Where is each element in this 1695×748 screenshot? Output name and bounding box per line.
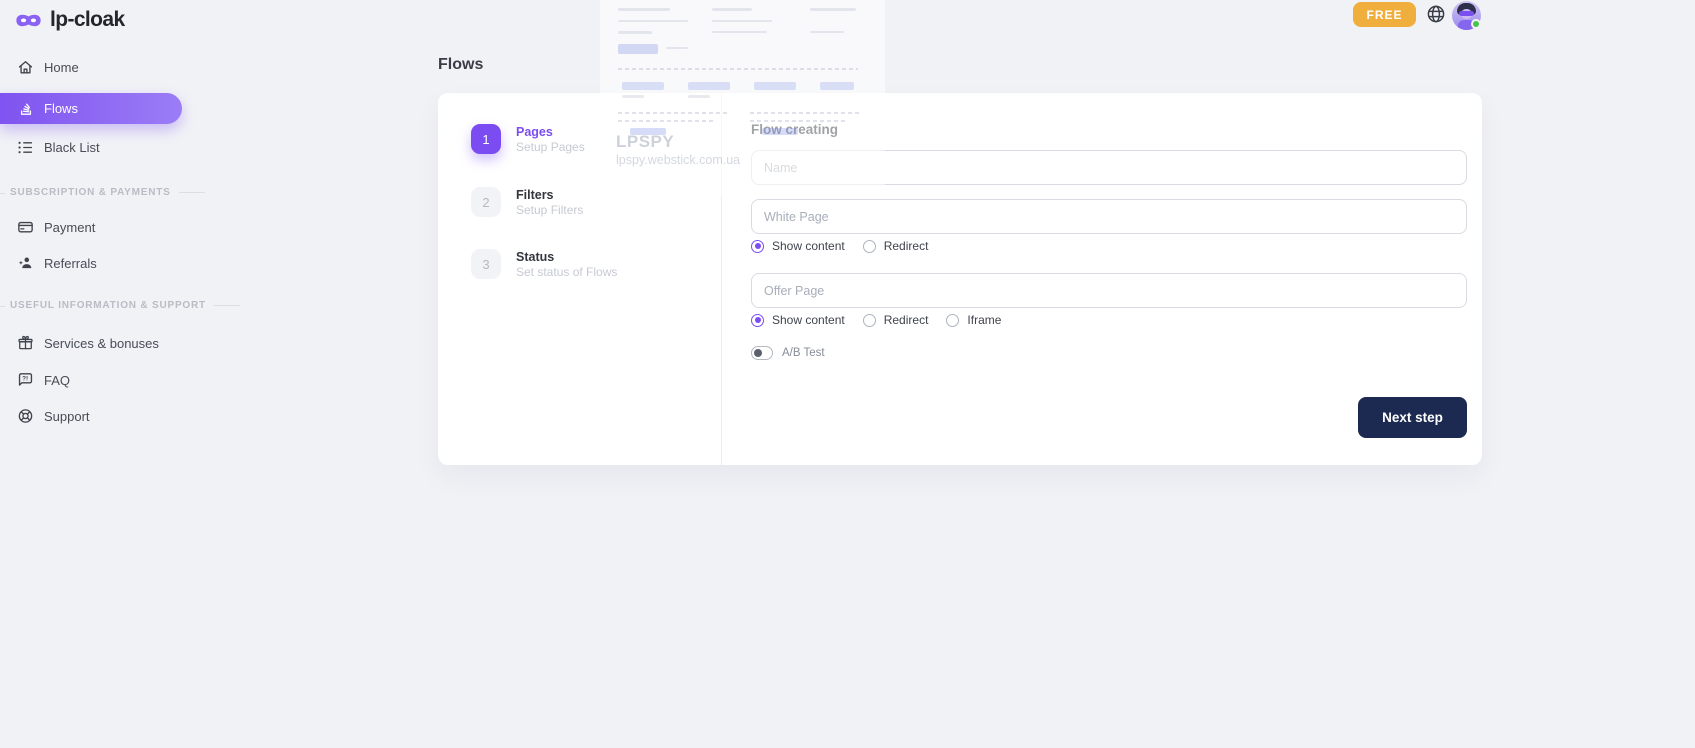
home-icon bbox=[17, 59, 34, 76]
radio-icon bbox=[751, 314, 764, 327]
step-subtitle: Set status of Flows bbox=[516, 265, 617, 280]
sidebar-section-support: USEFUL INFORMATION & SUPPORT bbox=[10, 300, 240, 311]
radio-white-show-content[interactable]: Show content bbox=[751, 239, 845, 253]
sidebar-item-label: Flows bbox=[44, 101, 78, 116]
sidebar-item-payment[interactable]: Payment bbox=[0, 214, 200, 240]
offer-page-input[interactable] bbox=[751, 273, 1467, 308]
radio-offer-iframe[interactable]: Iframe bbox=[946, 313, 1001, 327]
wizard-step-status[interactable]: 3 Status Set status of Flows bbox=[471, 249, 617, 280]
brand-logo[interactable]: lp-cloak bbox=[15, 8, 125, 32]
step-title: Pages bbox=[516, 124, 585, 140]
ab-test-toggle[interactable] bbox=[751, 346, 773, 360]
sidebar-item-label: Black List bbox=[44, 140, 100, 155]
lifebuoy-icon bbox=[17, 408, 34, 425]
sidebar-item-referrals[interactable]: Referrals bbox=[0, 250, 200, 276]
radio-icon bbox=[751, 240, 764, 253]
plan-badge[interactable]: FREE bbox=[1353, 2, 1416, 27]
sidebar-item-support[interactable]: Support bbox=[0, 403, 200, 429]
sidebar-item-services[interactable]: Services & bonuses bbox=[0, 330, 200, 356]
sidebar-item-black-list[interactable]: Black List bbox=[0, 134, 200, 160]
online-status-dot bbox=[1471, 19, 1481, 29]
flow-name-input[interactable] bbox=[751, 150, 1467, 185]
sidebar-item-flows[interactable]: Flows bbox=[0, 93, 182, 124]
sidebar-item-faq[interactable]: ?! FAQ bbox=[0, 367, 200, 393]
list-icon bbox=[17, 139, 34, 156]
radio-offer-show-content[interactable]: Show content bbox=[751, 313, 845, 327]
sidebar-item-home[interactable]: Home bbox=[0, 54, 200, 80]
sidebar-item-label: Payment bbox=[44, 220, 95, 235]
offer-page-mode-radios: Show content Redirect Iframe bbox=[751, 313, 1001, 327]
step-title: Status bbox=[516, 249, 617, 265]
form-title: Flow creating bbox=[751, 122, 838, 137]
step-title: Filters bbox=[516, 187, 583, 203]
page-title: Flows bbox=[438, 56, 483, 74]
white-page-input[interactable] bbox=[751, 199, 1467, 234]
wizard-step-filters[interactable]: 2 Filters Setup Filters bbox=[471, 187, 583, 218]
sidebar-section-subscription: SUBSCRIPTION & PAYMENTS bbox=[10, 187, 205, 198]
step-subtitle: Setup Pages bbox=[516, 140, 585, 155]
step-subtitle: Setup Filters bbox=[516, 203, 583, 218]
sidebar-item-label: Services & bonuses bbox=[44, 336, 159, 351]
toggle-knob bbox=[754, 349, 762, 357]
ab-test-label: A/B Test bbox=[782, 347, 825, 359]
ab-test-toggle-row[interactable]: A/B Test bbox=[751, 346, 825, 360]
referral-person-icon bbox=[17, 255, 34, 272]
radio-white-redirect[interactable]: Redirect bbox=[863, 239, 929, 253]
sidebar-item-label: Referrals bbox=[44, 256, 97, 271]
wizard-step-pages[interactable]: 1 Pages Setup Pages bbox=[471, 124, 585, 155]
sidebar-item-label: Support bbox=[44, 409, 90, 424]
step-number-badge: 1 bbox=[471, 124, 501, 154]
card-divider bbox=[721, 93, 722, 465]
radio-icon bbox=[863, 240, 876, 253]
avatar-mask bbox=[1459, 11, 1474, 16]
radio-icon bbox=[946, 314, 959, 327]
next-step-button[interactable]: Next step bbox=[1358, 397, 1467, 438]
svg-text:?!: ?! bbox=[22, 376, 28, 383]
sidebar-item-label: Home bbox=[44, 60, 79, 75]
radio-icon bbox=[863, 314, 876, 327]
sidebar-item-label: FAQ bbox=[44, 373, 70, 388]
credit-card-icon bbox=[17, 219, 34, 236]
step-number-badge: 2 bbox=[471, 187, 501, 217]
flows-icon bbox=[17, 100, 34, 117]
gift-icon bbox=[17, 335, 34, 352]
language-globe-icon[interactable] bbox=[1426, 4, 1446, 24]
radio-offer-redirect[interactable]: Redirect bbox=[863, 313, 929, 327]
faq-bubble-icon: ?! bbox=[17, 372, 34, 389]
white-page-mode-radios: Show content Redirect bbox=[751, 239, 928, 253]
step-number-badge: 3 bbox=[471, 249, 501, 279]
brand-name: lp-cloak bbox=[50, 8, 125, 32]
mask-logo-icon bbox=[15, 12, 42, 29]
